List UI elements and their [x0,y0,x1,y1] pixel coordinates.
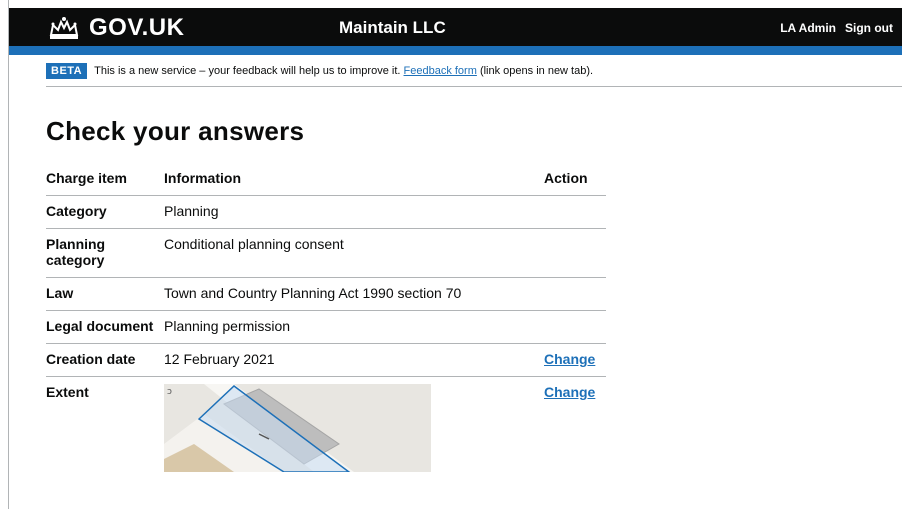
table-row: Category Planning [46,195,606,229]
row-key: Extent [46,384,89,400]
header-accent-bar [9,46,902,55]
row-action [544,310,606,344]
feedback-link[interactable]: Feedback form [404,65,477,77]
table-row: Planning category Conditional planning c… [46,228,606,278]
la-admin-link[interactable]: LA Admin [780,21,836,35]
beta-text-after: (link opens in new tab). [479,65,594,77]
govuk-logo[interactable]: GOV.UK [47,14,184,42]
service-name[interactable]: Maintain LLC [339,18,446,38]
row-value: Planning permission [164,310,544,344]
row-action [544,277,606,311]
row-value: Conditional planning consent [164,228,544,278]
beta-tag: BETA [46,63,88,79]
row-key: Category [46,195,164,229]
col-header-action: Action [544,163,606,196]
answers-table: Charge item Information Action Category … [46,163,606,481]
row-key: Law [46,277,164,311]
row-value: ɔ [164,377,544,482]
row-key: Legal document [46,310,164,344]
change-creation-date-link[interactable]: Change [544,351,595,367]
col-header-charge-item: Charge item [46,163,164,196]
table-row: Legal document Planning permission [46,310,606,344]
row-value: 12 February 2021 [164,343,544,377]
row-action: Change [544,343,606,377]
window-edge [8,0,9,509]
col-header-information: Information [164,163,544,196]
row-value: Planning [164,195,544,229]
table-header-row: Charge item Information Action [46,163,606,196]
extent-map[interactable]: ɔ [164,384,431,472]
beta-text: This is a new service – your feedback wi… [94,65,401,77]
table-row: Creation date 12 February 2021 Change [46,343,606,377]
row-key: Creation date [46,343,164,377]
row-value: Town and Country Planning Act 1990 secti… [164,277,544,311]
svg-text:ɔ: ɔ [167,387,172,397]
row-key: Planning category [46,228,164,278]
crown-icon [49,17,79,39]
logo-text: GOV.UK [89,14,185,41]
table-row: Extent ɔ Change [46,377,606,482]
beta-banner: BETA This is a new service – your feedba… [46,63,593,79]
row-action [544,228,606,278]
sign-out-link[interactable]: Sign out [845,21,893,35]
table-row: Law Town and Country Planning Act 1990 s… [46,277,606,311]
divider [46,86,902,87]
site-header: GOV.UK Maintain LLC LA Admin Sign out [9,8,902,46]
row-action [544,195,606,229]
header-nav: LA Admin Sign out [780,21,902,35]
row-action: Change [544,377,606,482]
change-extent-link[interactable]: Change [544,384,595,400]
page-title: Check your answers [46,116,305,146]
